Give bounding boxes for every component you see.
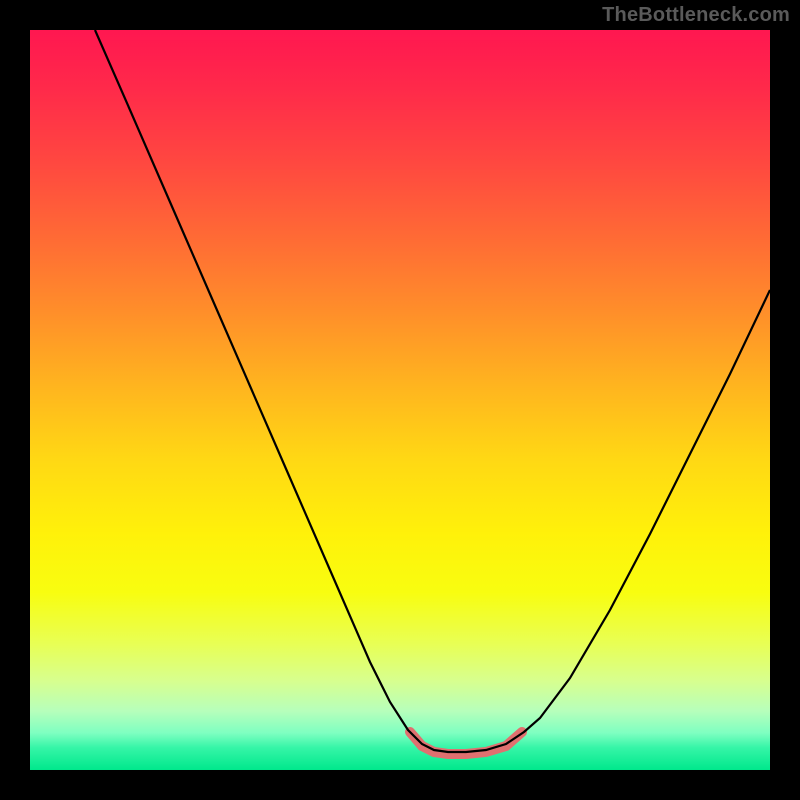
plot-area bbox=[30, 30, 770, 770]
chart-frame: TheBottleneck.com bbox=[0, 0, 800, 800]
main-curve-path bbox=[95, 30, 770, 752]
watermark-text: TheBottleneck.com bbox=[602, 4, 790, 27]
flat-accent-path bbox=[410, 732, 522, 754]
curves-layer bbox=[30, 30, 770, 770]
